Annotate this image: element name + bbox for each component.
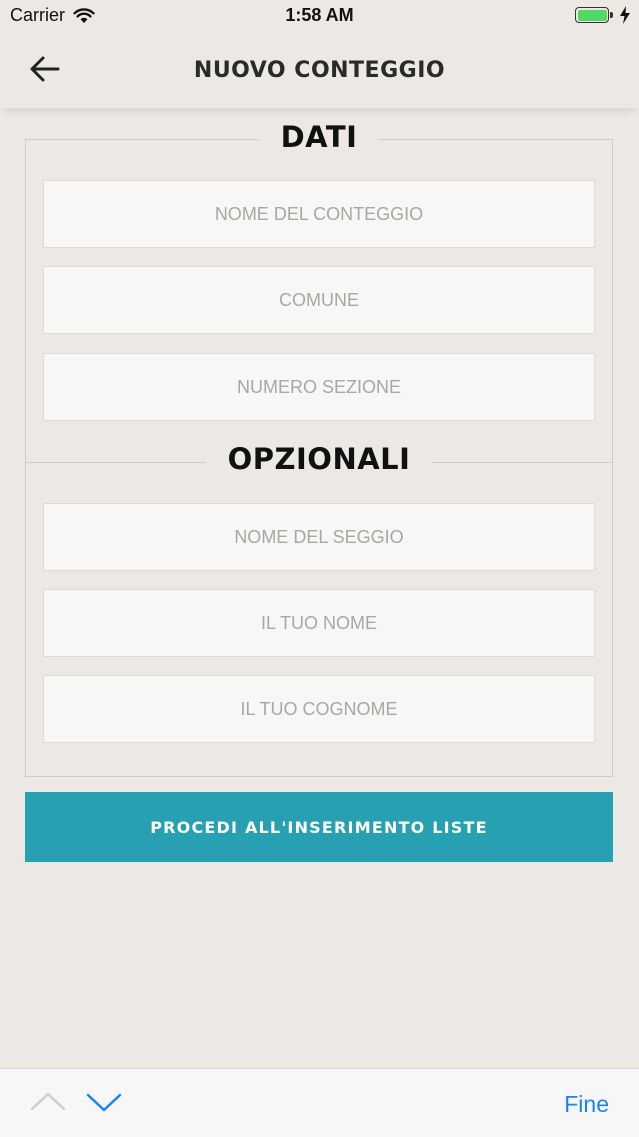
next-field-button[interactable] [84,1087,124,1117]
charging-bolt-icon [620,6,630,24]
count-name-input[interactable] [44,180,594,248]
chevron-up-icon [30,1092,66,1111]
section-title-opzionali: OPZIONALI [205,442,433,476]
count-name-field [43,180,595,248]
page-title: NUOVO CONTEGGIO [193,58,446,83]
last-name-input[interactable] [44,675,594,743]
first-name-input[interactable] [44,589,594,657]
section-number-input[interactable] [44,353,594,421]
proceed-button-label: PROCEDI ALL'INSERIMENTO LISTE [150,817,488,837]
status-time: 1:58 AM [285,5,354,25]
done-button[interactable]: Fine [564,1091,609,1118]
first-name-field [43,589,595,657]
section-number-field [43,353,595,421]
section-title-dati: DATI [258,120,380,154]
proceed-to-lists-button[interactable]: PROCEDI ALL'INSERIMENTO LISTE [25,792,613,862]
polling-station-name-field [43,503,595,571]
battery-icon [575,7,613,23]
last-name-field [43,675,595,743]
status-bar: Carrier 1:58 AM [0,0,639,32]
keyboard-accessory-toolbar: Fine [0,1068,639,1137]
section-header-dati: DATI [26,120,612,154]
chevron-down-icon [86,1093,122,1112]
status-right [575,6,631,24]
form-container: DATI OPZIONALI [25,120,613,777]
battery-level [577,9,607,21]
section-header-opzionali: OPZIONALI [26,442,612,476]
municipality-input[interactable] [44,266,594,334]
polling-station-name-input[interactable] [44,503,594,571]
municipality-field [43,266,595,334]
nav-bar: NUOVO CONTEGGIO [0,32,639,108]
previous-field-button[interactable] [28,1087,68,1117]
